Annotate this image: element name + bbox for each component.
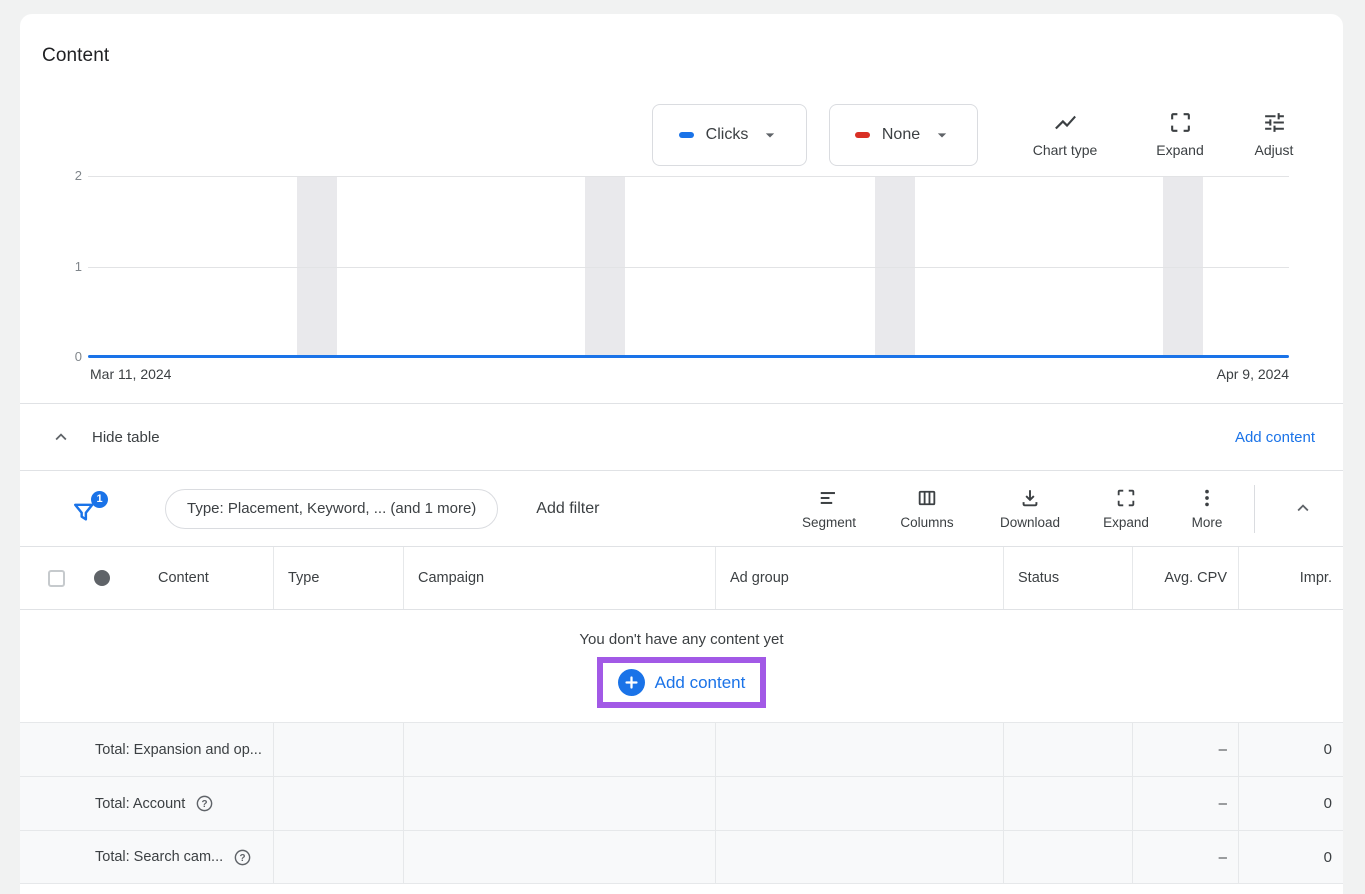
collapse-toolbar-chevron[interactable] xyxy=(1292,497,1314,519)
expand-chart-button[interactable]: Expand xyxy=(1145,110,1215,158)
filter-funnel-button[interactable]: 1 xyxy=(70,493,100,525)
total-row-label: Total: Account xyxy=(95,796,185,812)
add-content-link[interactable]: Add content xyxy=(1235,429,1315,446)
page-title: Content xyxy=(42,45,109,67)
total-row-label: Total: Expansion and op... xyxy=(95,742,262,758)
chevron-down-icon xyxy=(760,125,780,145)
chevron-down-icon xyxy=(932,125,952,145)
download-icon xyxy=(1019,487,1041,509)
table-row-total-expansion: Total: Expansion and op... – 0 xyxy=(20,722,1343,776)
metric-dropdown-label: None xyxy=(882,126,920,144)
clicks-series-swatch xyxy=(679,132,694,138)
x-axis-start-label: Mar 11, 2024 xyxy=(90,366,171,382)
status-dot-icon xyxy=(94,570,110,586)
expand-icon xyxy=(1168,110,1193,135)
help-icon[interactable]: ? xyxy=(233,848,252,867)
help-icon[interactable]: ? xyxy=(195,794,214,813)
expand-table-button[interactable]: Expand xyxy=(1098,487,1154,530)
impr-value: 0 xyxy=(1324,741,1332,758)
y-axis-tick: 2 xyxy=(58,168,82,183)
more-vert-icon xyxy=(1196,487,1218,509)
impr-value: 0 xyxy=(1324,795,1332,812)
chart-section: Content Clicks None Chart type xyxy=(20,14,1343,403)
header-content-cell: Content xyxy=(20,547,273,609)
header-impr[interactable]: Impr. xyxy=(1238,547,1343,609)
x-axis-end-label: Apr 9, 2024 xyxy=(1217,366,1289,382)
adjust-button[interactable]: Adjust xyxy=(1239,110,1309,158)
header-type[interactable]: Type xyxy=(273,547,403,609)
tune-sliders-icon xyxy=(1262,110,1287,135)
svg-text:?: ? xyxy=(240,852,246,863)
filter-bar: 1 Type: Placement, Keyword, ... (and 1 m… xyxy=(20,470,1343,546)
header-status[interactable]: Status xyxy=(1003,547,1132,609)
table-row-total-account: Total: Account ? – 0 xyxy=(20,776,1343,830)
gridline-y1 xyxy=(88,267,1289,268)
expand-icon xyxy=(1115,487,1137,509)
add-content-button[interactable]: Add content xyxy=(597,657,767,708)
metric-dropdown-label: Clicks xyxy=(706,126,749,144)
y-axis-tick: 0 xyxy=(58,349,82,364)
svg-text:?: ? xyxy=(202,799,208,810)
table-header-row: Content Type Campaign Ad group Status Av… xyxy=(20,546,1343,610)
filter-count-badge: 1 xyxy=(91,491,108,508)
plus-circle-icon xyxy=(618,669,645,696)
more-button[interactable]: More xyxy=(1188,487,1226,530)
segment-button[interactable]: Segment xyxy=(799,487,859,530)
add-filter-button[interactable]: Add filter xyxy=(536,500,599,518)
header-avg-cpv[interactable]: Avg. CPV xyxy=(1132,547,1238,609)
line-chart-icon xyxy=(1053,110,1078,135)
clicks-series-line xyxy=(88,355,1289,358)
impr-value: 0 xyxy=(1324,849,1332,866)
header-campaign[interactable]: Campaign xyxy=(403,547,715,609)
empty-state: You don't have any content yet Add conte… xyxy=(20,610,1343,722)
avg-cpv-value: – xyxy=(1219,741,1227,758)
active-filter-chip[interactable]: Type: Placement, Keyword, ... (and 1 mor… xyxy=(165,489,498,529)
columns-button[interactable]: Columns xyxy=(896,487,958,530)
segment-icon xyxy=(818,487,840,509)
total-row-label: Total: Search cam... xyxy=(95,849,223,865)
avg-cpv-value: – xyxy=(1219,795,1227,812)
empty-state-message: You don't have any content yet xyxy=(579,631,783,648)
table-row-total-search: Total: Search cam... ? – 0 xyxy=(20,830,1343,884)
content-panel: Content Clicks None Chart type xyxy=(20,14,1343,894)
header-ad-group[interactable]: Ad group xyxy=(715,547,1003,609)
download-button[interactable]: Download xyxy=(993,487,1067,530)
metric-dropdown-none[interactable]: None xyxy=(829,104,978,166)
header-content[interactable]: Content xyxy=(158,570,209,586)
chart-type-button[interactable]: Chart type xyxy=(1025,110,1105,158)
y-axis-tick: 1 xyxy=(58,259,82,274)
none-series-swatch xyxy=(855,132,870,138)
select-all-checkbox[interactable] xyxy=(48,570,65,587)
columns-icon xyxy=(916,487,938,509)
metric-dropdown-clicks[interactable]: Clicks xyxy=(652,104,807,166)
avg-cpv-value: – xyxy=(1219,849,1227,866)
toolbar-divider xyxy=(1254,485,1255,533)
chevron-up-icon xyxy=(50,426,72,448)
table-toggle-row: Hide table Add content xyxy=(20,403,1343,470)
hide-table-toggle[interactable]: Hide table xyxy=(50,426,160,448)
gridline-y2 xyxy=(88,176,1289,177)
